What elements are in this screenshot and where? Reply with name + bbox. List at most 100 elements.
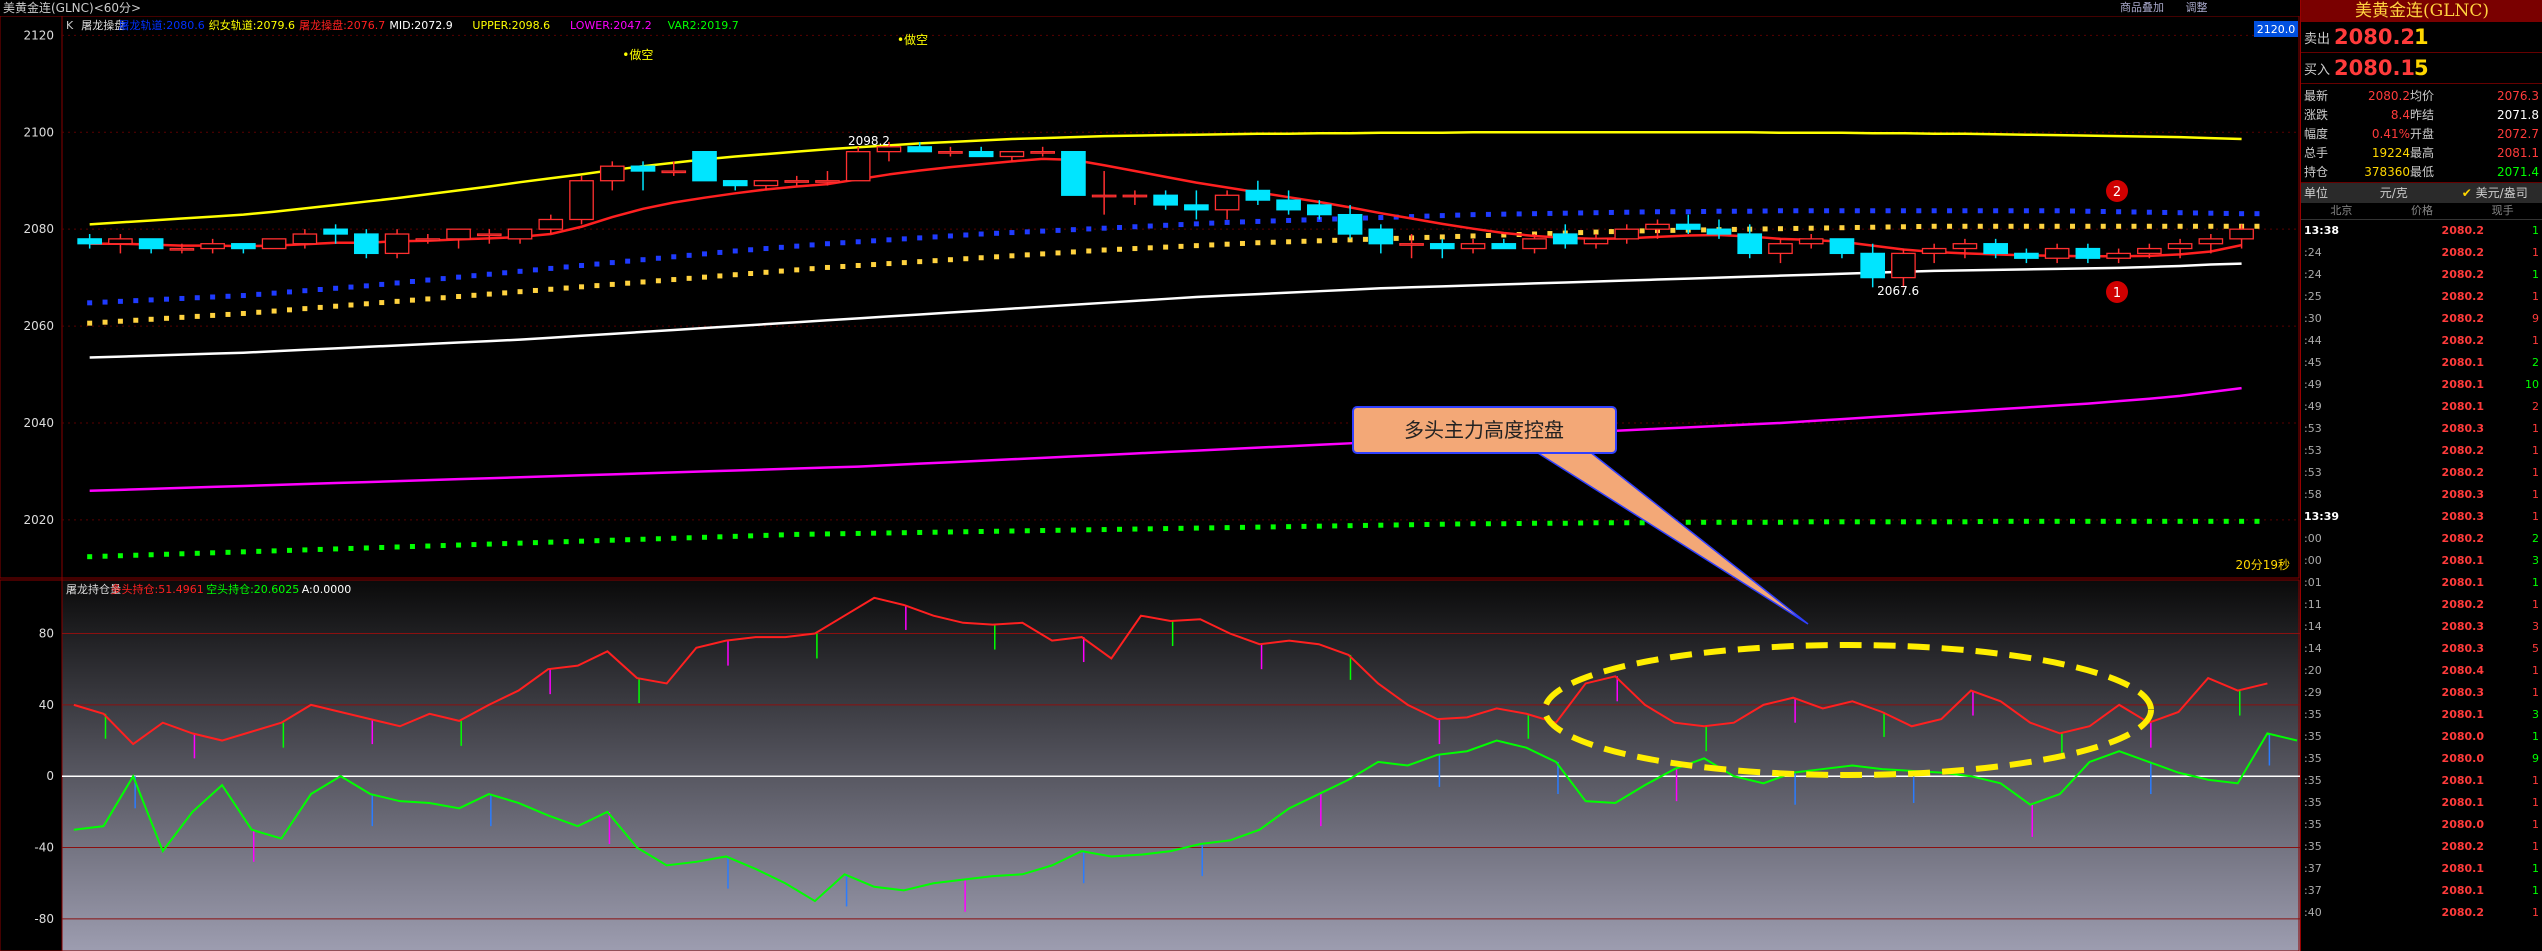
- tick-row[interactable]: :14 2080.3 3: [2301, 616, 2542, 638]
- tick-row[interactable]: :53 2080.2 1: [2301, 462, 2542, 484]
- dot-屠龙轨道: [1516, 211, 1522, 217]
- dot-VAR2: [2223, 518, 2229, 524]
- dot-织女轨道: [2023, 223, 2029, 229]
- dot-屠龙轨道: [486, 271, 492, 277]
- tick-volume: 1: [2532, 664, 2539, 677]
- tick-row[interactable]: :35 2080.1 3: [2301, 704, 2542, 726]
- buy-row[interactable]: 买入 2080.1 5: [2301, 53, 2542, 84]
- candle-body: [1583, 238, 1609, 245]
- tick-row[interactable]: :37 2080.1 1: [2301, 858, 2542, 880]
- dot-屠龙轨道: [1947, 208, 1953, 214]
- dot-织女轨道: [333, 303, 339, 309]
- unit-option-cny[interactable]: 元/克: [2344, 183, 2444, 203]
- tick-price: 2080.2: [2441, 598, 2484, 611]
- dot-VAR2: [901, 530, 907, 536]
- dot-屠龙轨道: [164, 296, 170, 302]
- tick-price: 2080.1: [2441, 400, 2484, 413]
- dot-织女轨道: [840, 263, 846, 269]
- tick-list[interactable]: 13:38 2080.2 1:24 2080.2 1:24 2080.2 1:25 2080.…: [2301, 220, 2542, 924]
- tick-row[interactable]: :29 2080.3 1: [2301, 682, 2542, 704]
- tick-row[interactable]: :35 2080.2 1: [2301, 836, 2542, 858]
- tick-price: 2080.1: [2441, 774, 2484, 787]
- dot-织女轨道: [978, 255, 984, 261]
- tick-row[interactable]: :01 2080.1 1: [2301, 572, 2542, 594]
- candle-body: [1491, 243, 1517, 250]
- tick-volume: 1: [2532, 862, 2539, 875]
- dot-织女轨道: [240, 310, 246, 316]
- dot-VAR2: [1532, 520, 1538, 526]
- tick-row[interactable]: 13:38 2080.2 1: [2301, 220, 2542, 242]
- dot-VAR2: [2254, 518, 2260, 524]
- dot-屠龙轨道: [440, 276, 446, 282]
- candle-body: [323, 228, 348, 235]
- tick-row[interactable]: :49 2080.1 2: [2301, 396, 2542, 418]
- tick-row[interactable]: :37 2080.1 1: [2301, 880, 2542, 902]
- price-chart[interactable]: 212021002080206020402020K 屠龙操盘屠龙轨道:2080.6…: [0, 16, 2300, 951]
- sub-y-tick-label: 0: [46, 769, 54, 783]
- sell-row[interactable]: 卖出 2080.2 1: [2301, 22, 2542, 53]
- tick-row[interactable]: :00 2080.2 2: [2301, 528, 2542, 550]
- dot-织女轨道: [1962, 223, 1968, 229]
- dot-屠龙轨道: [456, 274, 462, 280]
- high-label: 2098.2: [848, 134, 890, 148]
- legend-item: LOWER:2047.2: [570, 19, 652, 32]
- tick-row[interactable]: :58 2080.3 1: [2301, 484, 2542, 506]
- dot-织女轨道: [1117, 246, 1123, 252]
- tick-row[interactable]: :35 2080.1 1: [2301, 770, 2542, 792]
- tick-row[interactable]: :35 2080.0 1: [2301, 726, 2542, 748]
- tick-row[interactable]: :40 2080.2 1: [2301, 902, 2542, 924]
- tick-row[interactable]: :11 2080.2 1: [2301, 594, 2542, 616]
- tick-row[interactable]: :25 2080.2 1: [2301, 286, 2542, 308]
- overlay-link[interactable]: 商品叠加: [2120, 1, 2164, 14]
- dot-织女轨道: [2208, 223, 2214, 229]
- dot-织女轨道: [1762, 226, 1768, 232]
- tick-row[interactable]: :53 2080.2 1: [2301, 440, 2542, 462]
- candle-body: [1245, 189, 1271, 201]
- unit-option-usd[interactable]: ✔ 美元/盎司: [2444, 183, 2542, 203]
- tick-row[interactable]: :14 2080.3 5: [2301, 638, 2542, 660]
- candle-body: [968, 151, 994, 158]
- tick-time: :20: [2304, 664, 2322, 677]
- dot-VAR2: [2070, 518, 2076, 524]
- dot-VAR2: [594, 538, 600, 544]
- tick-row[interactable]: 13:39 2080.3 1: [2301, 506, 2542, 528]
- tick-row[interactable]: :35 2080.0 1: [2301, 814, 2542, 836]
- dot-织女轨道: [1808, 225, 1814, 231]
- tick-row[interactable]: :35 2080.1 1: [2301, 792, 2542, 814]
- dot-VAR2: [240, 549, 246, 555]
- dot-VAR2: [1485, 521, 1491, 527]
- dot-织女轨道: [1147, 245, 1153, 251]
- tick-row[interactable]: :45 2080.1 2: [2301, 352, 2542, 374]
- tick-row[interactable]: :24 2080.2 1: [2301, 242, 2542, 264]
- dot-屠龙轨道: [655, 255, 661, 261]
- unit-row[interactable]: 单位 元/克 ✔ 美元/盎司: [2301, 183, 2542, 203]
- tick-time: :29: [2304, 686, 2322, 699]
- dot-织女轨道: [1270, 239, 1276, 245]
- y-tick-label: 2020: [23, 513, 54, 527]
- tick-row[interactable]: :44 2080.2 1: [2301, 330, 2542, 352]
- tick-row[interactable]: :00 2080.1 3: [2301, 550, 2542, 572]
- tick-time: :24: [2304, 246, 2322, 259]
- tick-row[interactable]: :49 2080.1 10: [2301, 374, 2542, 396]
- quote-grid: 最新 2080.2 均价 2076.3 涨跌 8.4 昨结 2071.8 幅度 0.41% 开盘 20…: [2301, 84, 2542, 183]
- dot-VAR2: [794, 531, 800, 537]
- dot-屠龙轨道: [517, 268, 523, 274]
- tick-row[interactable]: :35 2080.0 9: [2301, 748, 2542, 770]
- tick-row[interactable]: :53 2080.3 1: [2301, 418, 2542, 440]
- short-signal: •做空: [897, 32, 928, 47]
- dot-织女轨道: [1885, 224, 1891, 230]
- candle-body: [261, 238, 287, 250]
- candle-body: [661, 170, 687, 174]
- dot-屠龙轨道: [1332, 216, 1338, 222]
- dot-屠龙轨道: [686, 252, 692, 258]
- dot-VAR2: [1870, 519, 1876, 525]
- quote-key-4-2: 最低: [2410, 165, 2435, 179]
- sub-y-tick-label: -80: [34, 912, 54, 926]
- dot-屠龙轨道: [702, 251, 708, 257]
- tick-row[interactable]: :30 2080.2 9: [2301, 308, 2542, 330]
- tick-volume: 1: [2532, 730, 2539, 743]
- tick-row[interactable]: :20 2080.4 1: [2301, 660, 2542, 682]
- tick-row[interactable]: :24 2080.2 1: [2301, 264, 2542, 286]
- tick-volume: 9: [2532, 752, 2539, 765]
- adjust-link[interactable]: 调整: [2186, 1, 2208, 14]
